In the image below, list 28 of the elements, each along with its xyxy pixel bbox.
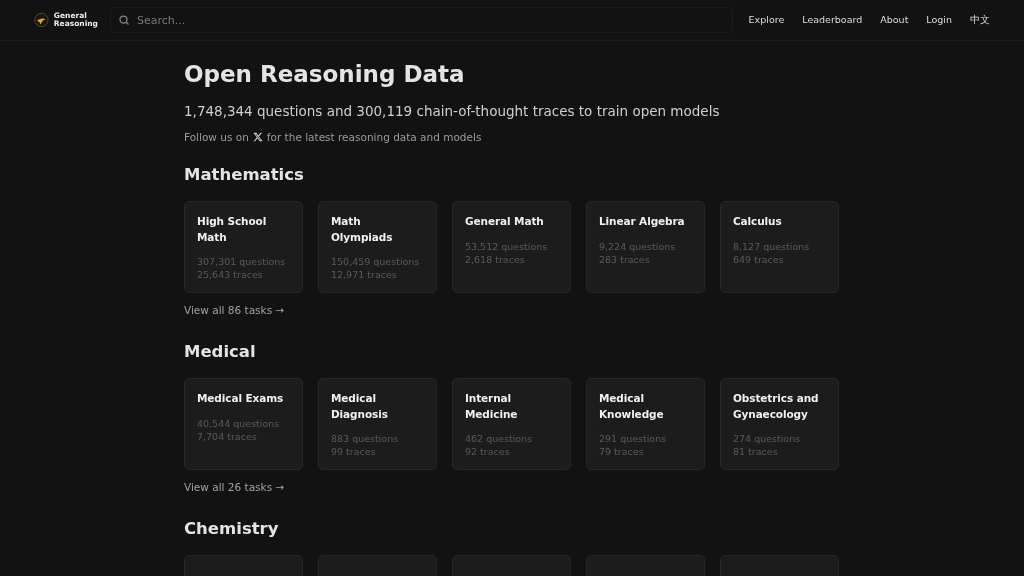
task-card[interactable]: General Math 53,512 questions 2,618 traces: [452, 201, 571, 293]
section-heading: Medical: [184, 342, 257, 361]
logo-icon[interactable]: [34, 11, 49, 29]
nav-link[interactable]: About: [880, 13, 909, 27]
follow-text: Follow us on: [184, 131, 249, 143]
task-card[interactable]: Medical Knowledge 291 questions 79 traces: [586, 378, 705, 470]
task-card[interactable]: Medical Exams 40,544 questions 7,704 traces: [184, 378, 303, 470]
nav-link[interactable]: Leaderboard: [802, 13, 863, 27]
x-logo-icon[interactable]: [252, 132, 263, 142]
section-heading: Chemistry: [184, 519, 280, 538]
search-icon: [118, 14, 130, 26]
task-card[interactable]: Obstetrics and Gynaecology 274 questions 81 traces: [720, 378, 839, 470]
task-card[interactable]: Linear Algebra 9,224 questions 283 traces: [586, 201, 705, 293]
nav-link[interactable]: 中文: [970, 13, 990, 27]
follow-text: for the latest reasoning data and models: [266, 131, 482, 143]
task-card[interactable]: Internal Medicine 462 questions 92 traces: [452, 378, 571, 470]
view-all-link[interactable]: View all 86 tasks →: [184, 304, 285, 316]
task-card[interactable]: High School Math 307,301 questions 25,643 traces: [184, 201, 303, 293]
nav-link[interactable]: Login: [926, 13, 952, 27]
section-heading: Mathematics: [184, 165, 305, 184]
task-card[interactable]: Calculus 8,127 questions 649 traces: [720, 201, 839, 293]
page-subtitle: 1,748,344 questions and 300,119 chain-of-thought traces to train open models: [184, 103, 721, 119]
nav-link[interactable]: Explore: [748, 13, 785, 27]
search-field[interactable]: Search...: [110, 7, 733, 33]
task-card[interactable]: Math Olympiads 150,459 questions 12,971 traces: [318, 201, 437, 293]
page-title: Open Reasoning Data: [184, 61, 466, 87]
task-card[interactable]: Medical Diagnosis 883 questions 99 traces: [318, 378, 437, 470]
view-all-link[interactable]: View all 26 tasks →: [184, 481, 285, 493]
